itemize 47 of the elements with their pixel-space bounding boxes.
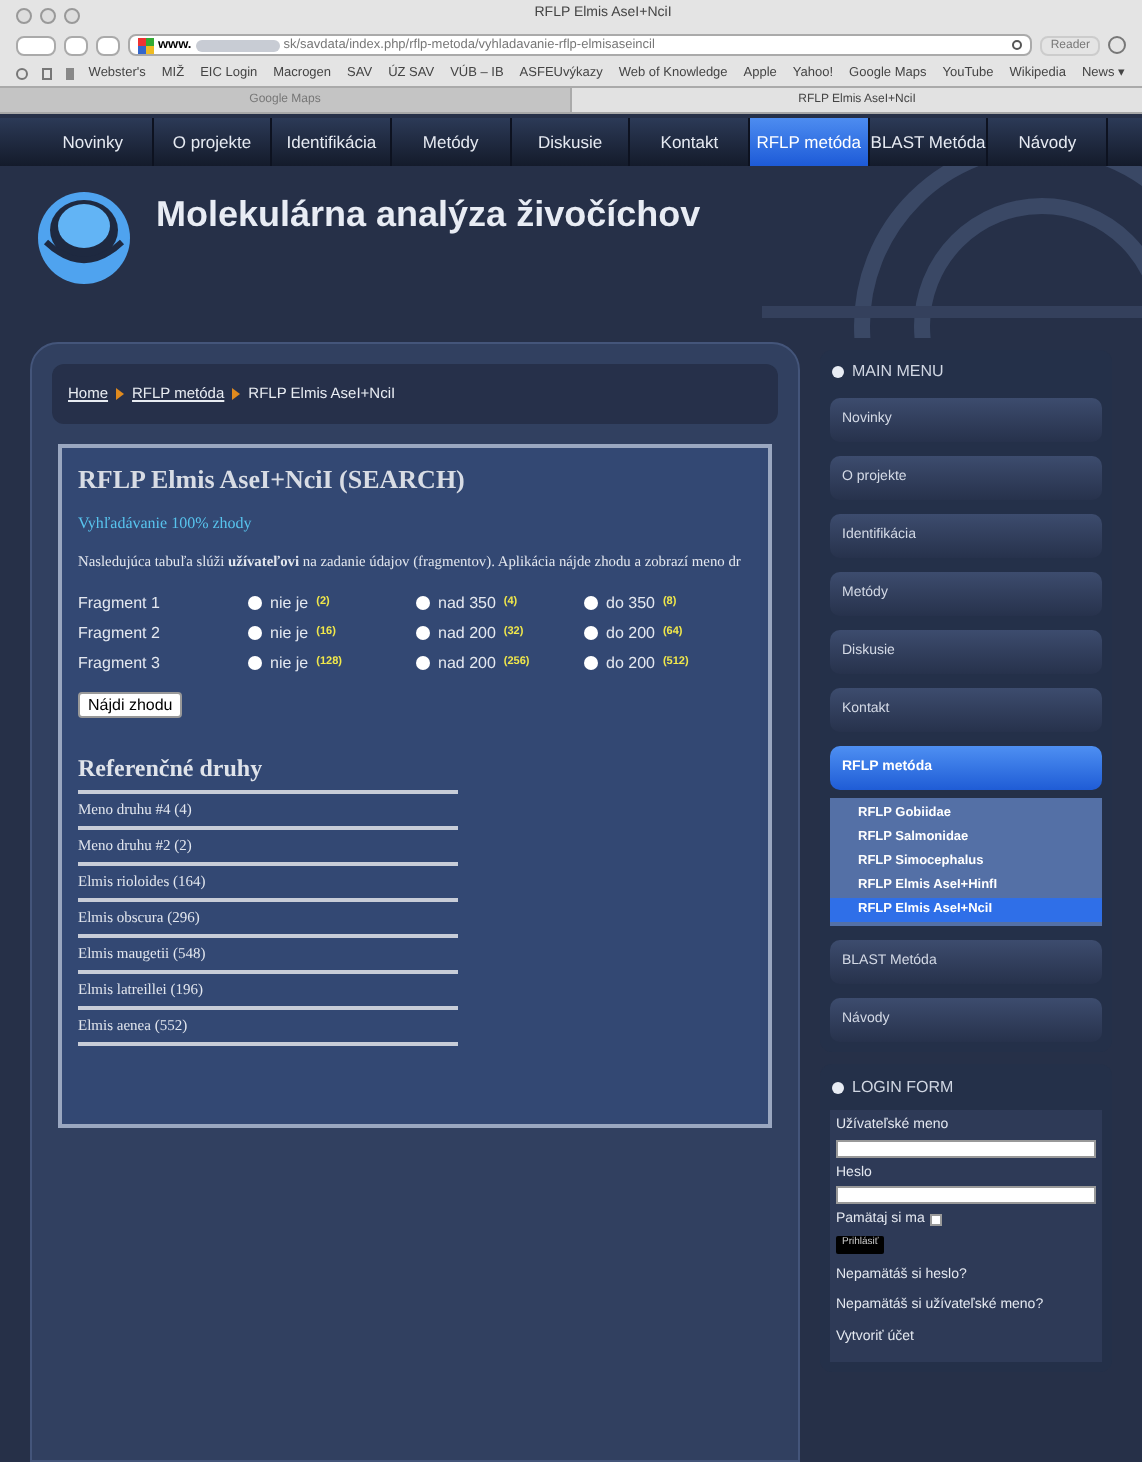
option-label: nie je [270, 621, 309, 646]
row-label: Fragment 2 [78, 621, 162, 646]
nav-tab[interactable]: Metódy [392, 118, 512, 166]
nav-tab[interactable]: RFLP metóda [750, 118, 870, 166]
article-title: RFLP Elmis AseI+NciI (SEARCH) [78, 462, 467, 498]
row-label: Fragment 1 [78, 591, 162, 616]
nav-tab[interactable]: Návody [988, 118, 1109, 166]
username-field[interactable] [836, 1139, 1096, 1157]
panel-title: MAIN MENU [852, 360, 944, 384]
radio-button[interactable] [248, 596, 262, 611]
nav-tab[interactable]: Novinky [34, 118, 154, 166]
bullet-icon [832, 366, 844, 378]
favicon-icon [138, 37, 154, 53]
option-label: nie je [270, 591, 309, 616]
nav-tab[interactable]: BLAST Metóda [869, 118, 989, 166]
site-title: Molekulárna analýza živočíchov [156, 192, 701, 238]
remember-checkbox[interactable] [930, 1214, 943, 1227]
nav-tab[interactable]: Diskusie [511, 118, 631, 166]
radio-button[interactable] [416, 626, 430, 641]
option-label: do 350 [606, 591, 655, 616]
radio-button[interactable] [416, 596, 430, 611]
option-label: nie je [270, 651, 309, 676]
option-label: nad 350 [438, 591, 496, 616]
blurred-domain [195, 39, 280, 51]
radio-button[interactable] [584, 596, 598, 611]
bullet-icon [832, 1082, 844, 1094]
reload-icon[interactable] [1012, 40, 1023, 50]
option-label: do 200 [606, 651, 655, 676]
nav-tab[interactable]: O projekte [153, 118, 273, 166]
breadcrumb-separator-icon [116, 388, 125, 400]
section-heading: Referenčné druhy [78, 751, 265, 786]
panel-title: LOGIN FORM [852, 1076, 954, 1100]
radio-button[interactable] [248, 626, 262, 641]
option-label: nad 200 [438, 621, 496, 646]
radio-button[interactable] [584, 626, 598, 641]
option-label: do 200 [606, 621, 655, 646]
subtitle: Vyhľadávanie 100% zhody [78, 511, 254, 535]
nav-tab[interactable]: Identifikácia [272, 118, 393, 166]
breadcrumb-separator-icon [232, 388, 241, 400]
find-match-button[interactable]: Nájdi zhodu [78, 691, 183, 718]
radio-button[interactable] [584, 656, 598, 671]
radio-button[interactable] [248, 656, 262, 671]
row-label: Fragment 3 [78, 651, 162, 676]
radio-button[interactable] [416, 656, 430, 671]
option-label: nad 200 [438, 651, 496, 676]
logo-icon [36, 186, 132, 290]
password-field[interactable] [836, 1186, 1096, 1204]
